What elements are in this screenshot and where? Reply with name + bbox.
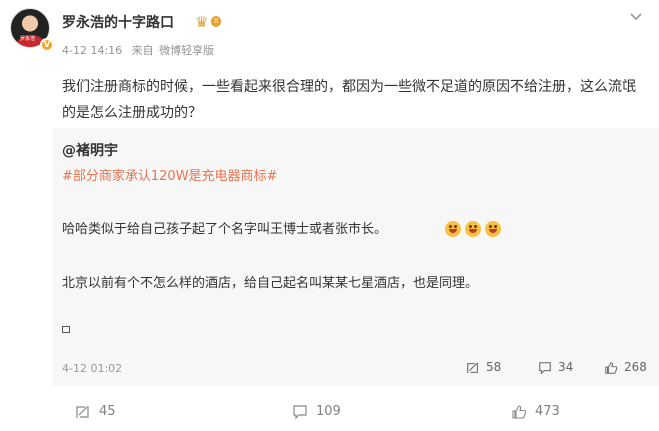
emoji-laugh-icon xyxy=(485,220,501,237)
emoji-laugh-icon xyxy=(445,220,461,237)
emoji-group xyxy=(445,218,505,237)
level-label: II xyxy=(211,16,222,27)
more-options-icon[interactable] xyxy=(628,8,644,28)
repost-button[interactable]: 45 xyxy=(75,402,116,422)
repost-repost-button[interactable]: 58 xyxy=(466,357,501,377)
like-button[interactable]: 473 xyxy=(511,402,560,422)
like-icon xyxy=(605,361,618,374)
emoji-laugh-icon xyxy=(465,220,481,237)
comment-button[interactable]: 109 xyxy=(292,402,341,422)
post-action-bar: 45 109 473 xyxy=(0,394,659,431)
like-icon xyxy=(512,404,527,419)
comment-icon xyxy=(539,361,551,375)
repost-icon xyxy=(76,405,89,418)
repost-card[interactable]: @褚明宇 #部分商家承认120W是充电器商标# 哈哈类似于给自己孩子起了个名字叫… xyxy=(52,128,659,386)
post-meta: 4-12 14:16 来自 微博轻享版 xyxy=(62,42,220,58)
source-prefix: 来自 xyxy=(131,44,154,57)
repost-comment-count: 34 xyxy=(558,360,574,374)
repost-topic-link[interactable]: #部分商家承认120W是充电器商标# xyxy=(62,165,277,184)
repost-like-button[interactable]: 268 xyxy=(604,357,647,377)
image-icon[interactable] xyxy=(62,326,70,333)
repost-text-line1: 哈哈类似于给自己孩子起了个名字叫王博士或者张市长。 xyxy=(62,222,388,237)
crown-icon: ♛ xyxy=(195,13,209,31)
member-level-badge[interactable]: ♛ II xyxy=(195,12,229,31)
post-time[interactable]: 4-12 14:16 xyxy=(62,44,122,57)
avatar-container[interactable]: 罗永浩 V xyxy=(10,8,54,52)
post-text: 我们注册商标的时候，一些看起来很合理的，都因为一些微不足道的原因不给注册，这么流… xyxy=(62,79,636,121)
repost-like-count: 268 xyxy=(624,360,647,374)
verified-badge-icon: V xyxy=(40,38,54,52)
repost-count: 45 xyxy=(99,404,116,419)
post-source[interactable]: 微博轻享版 xyxy=(159,44,214,57)
repost-comment-button[interactable]: 34 xyxy=(538,357,573,377)
repost-icon xyxy=(467,362,478,373)
avatar-caption: 罗永浩 xyxy=(20,36,36,42)
repost-time[interactable]: 4-12 01:02 xyxy=(62,362,122,375)
repost-text-line2: 北京以前有个不怎么样的酒店，给自己起名叫某某七星酒店，也是同理。 xyxy=(62,276,479,291)
repost-user[interactable]: @褚明宇 xyxy=(62,140,118,160)
like-count: 473 xyxy=(535,404,560,419)
user-name[interactable]: 罗永浩的十字路口 xyxy=(62,12,174,32)
repost-repost-count: 58 xyxy=(486,360,502,374)
comment-icon xyxy=(293,404,307,419)
comment-count: 109 xyxy=(316,404,341,419)
